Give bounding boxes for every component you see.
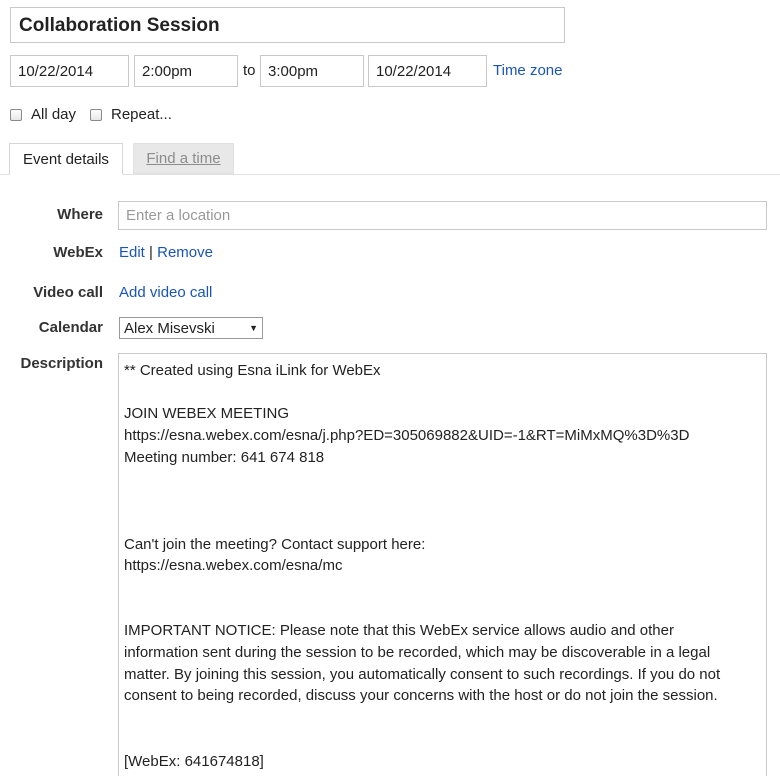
webex-label: WebEx [53, 244, 103, 261]
end-time-input[interactable]: 3:00pm [260, 55, 364, 87]
all-day-label: All day [31, 106, 77, 123]
description-line [124, 729, 761, 751]
description-line [124, 512, 761, 534]
description-line [124, 599, 761, 621]
description-line: Can't join the meeting? Contact support … [124, 535, 426, 553]
description-line [124, 490, 761, 512]
repeat-checkbox[interactable] [90, 109, 102, 121]
timezone-link[interactable]: Time zone [493, 62, 562, 80]
tab-event-details[interactable]: Event details [9, 143, 123, 175]
description-line: IMPORTANT NOTICE: Please note that this … [124, 622, 674, 640]
description-line: https://esna.webex.com/esna/mc [124, 557, 343, 575]
webex-actions: Edit | Remove [119, 244, 213, 262]
tab-find-a-time[interactable]: Find a time [133, 143, 234, 174]
description-label: Description [20, 355, 103, 372]
description-line [124, 382, 761, 404]
description-line: JOIN WEBEX MEETING [124, 405, 290, 423]
description-line [124, 577, 761, 599]
where-label: Where [57, 206, 103, 223]
location-input[interactable]: Enter a location [118, 201, 767, 230]
calendar-select-value: Alex Misevski [124, 319, 215, 337]
description-textarea[interactable]: ** Created using Esna iLink for WebEx JOI… [118, 353, 767, 776]
description-line: consent to being recorded, discuss your … [124, 687, 718, 705]
end-date-input[interactable]: 10/22/2014 [368, 55, 487, 87]
event-title-input[interactable]: Collaboration Session [10, 7, 565, 43]
all-day-checkbox[interactable] [10, 109, 22, 121]
description-line [124, 469, 761, 491]
webex-edit-link[interactable]: Edit [119, 244, 145, 261]
calendar-select[interactable]: Alex Misevski ▼ [119, 317, 263, 339]
description-line: [WebEx: 641674818] [124, 752, 264, 770]
repeat-label: Repeat... [111, 106, 172, 123]
add-video-call-link[interactable]: Add video call [119, 284, 212, 302]
webex-remove-link[interactable]: Remove [157, 244, 213, 261]
start-date-input[interactable]: 10/22/2014 [10, 55, 129, 87]
description-line: https://esna.webex.com/esna/j.php?ED=305… [124, 427, 690, 445]
webex-separator: | [149, 244, 153, 261]
description-line: information sent during the session to b… [124, 644, 711, 662]
start-time-input[interactable]: 2:00pm [134, 55, 238, 87]
description-line: ** Created using Esna iLink for WebEx [124, 362, 381, 379]
description-line: matter. By joining this session, you aut… [124, 665, 721, 683]
description-line [124, 707, 761, 729]
description-line: Meeting number: 641 674 818 [124, 448, 325, 466]
video-call-label: Video call [33, 284, 103, 301]
dropdown-arrow-icon: ▼ [249, 323, 258, 333]
calendar-label: Calendar [38, 319, 103, 336]
to-label: to [243, 62, 256, 79]
